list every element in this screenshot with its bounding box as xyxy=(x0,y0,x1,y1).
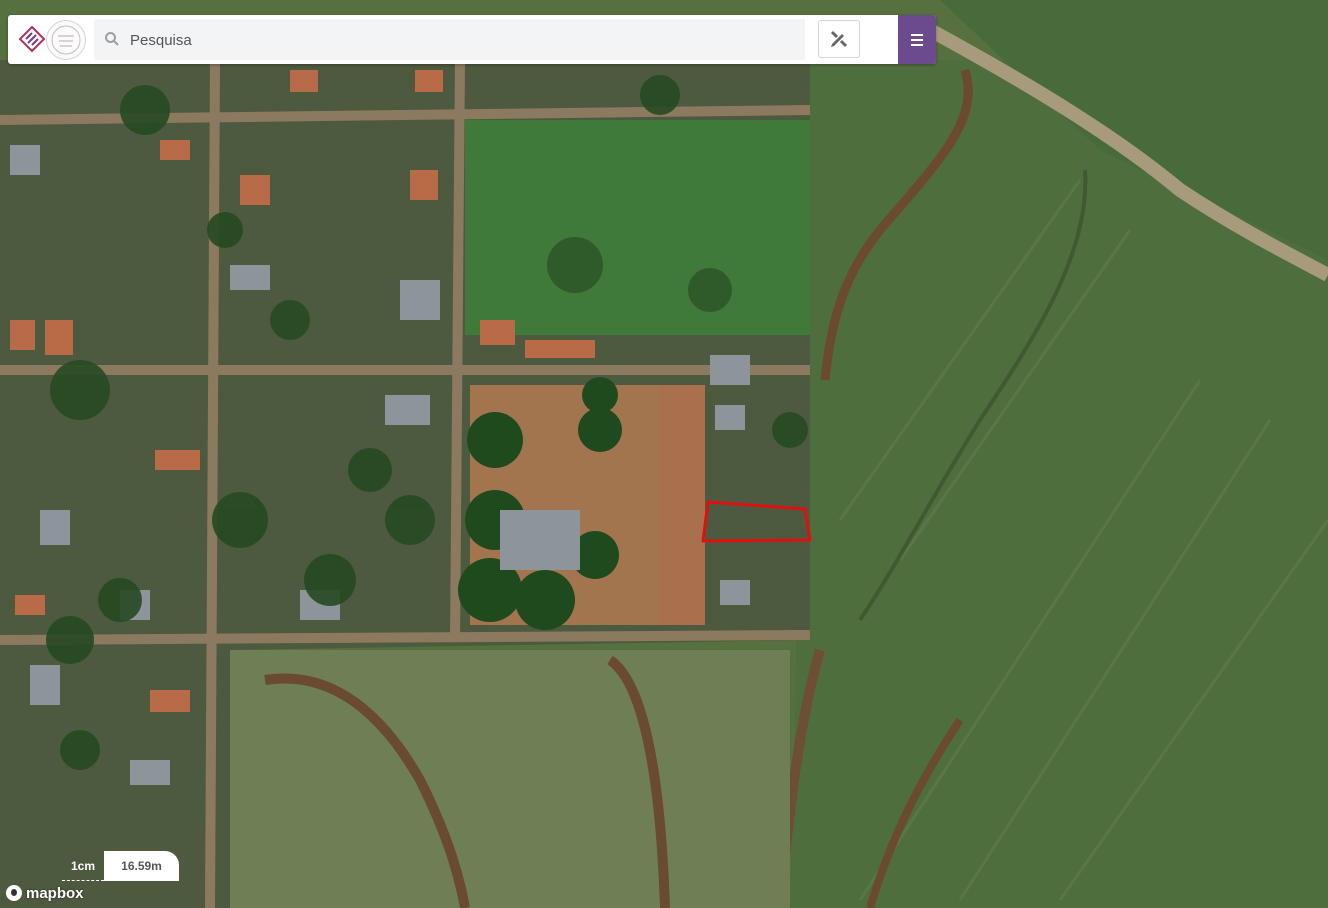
mapbox-label: mapbox xyxy=(26,884,84,902)
municipal-seal-icon xyxy=(46,20,86,60)
search-field xyxy=(94,19,805,62)
top-search-bar xyxy=(8,15,936,64)
mapbox-icon xyxy=(6,885,22,901)
scale-right-label: 16.59m xyxy=(104,851,179,881)
satellite-map[interactable]: 1cm 16.59m mapbox xyxy=(0,0,1328,908)
satellite-imagery xyxy=(0,0,1328,908)
scale-left-label: 1cm xyxy=(62,851,104,881)
search-icon xyxy=(105,32,119,46)
drawing-tools-icon xyxy=(830,30,848,48)
map-scale: 1cm 16.59m xyxy=(62,851,179,881)
menu-button[interactable] xyxy=(898,15,936,64)
search-input[interactable] xyxy=(128,19,792,62)
mapbox-logo[interactable]: mapbox xyxy=(6,883,84,903)
brand-logo-icon[interactable] xyxy=(18,25,46,53)
drawing-tools-button[interactable] xyxy=(818,20,860,58)
